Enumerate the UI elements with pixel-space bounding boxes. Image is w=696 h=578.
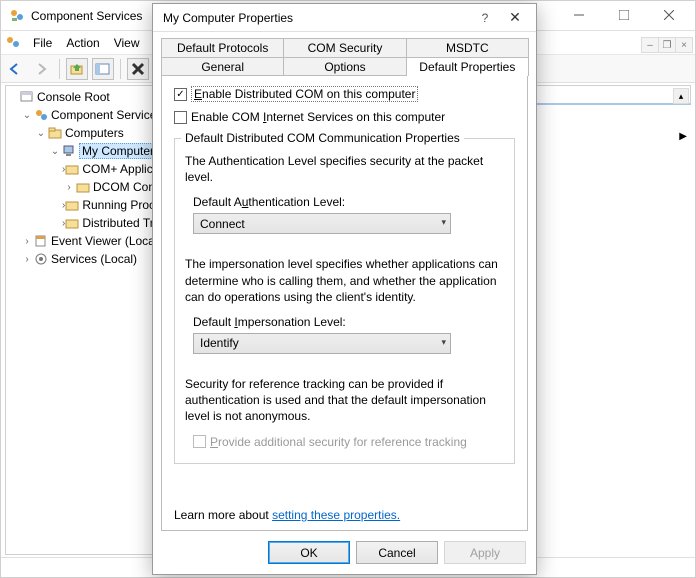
group-legend: Default Distributed COM Communication Pr… <box>181 131 464 145</box>
checkmark-icon: ✓ <box>174 88 187 101</box>
dialog-title: My Computer Properties <box>163 11 470 25</box>
auth-level-combo[interactable]: Connect ▾ <box>193 213 451 234</box>
chevron-down-icon: ▾ <box>441 217 446 228</box>
enable-dcom-label: Enable Distributed COM on this computer <box>191 86 418 102</box>
ok-button[interactable]: OK <box>268 541 350 564</box>
show-hide-tree-button[interactable] <box>92 58 114 80</box>
learn-more-link[interactable]: setting these properties. <box>272 508 400 522</box>
tab-general[interactable]: General <box>161 57 284 76</box>
dialog-buttons: OK Cancel Apply <box>153 531 536 574</box>
menu-file[interactable]: File <box>27 34 58 52</box>
close-button[interactable] <box>646 1 691 29</box>
scroll-up-icon[interactable]: ▴ <box>673 88 689 104</box>
overflow-arrow-icon[interactable]: ▶ <box>679 131 687 142</box>
mdi-restore[interactable]: ❐ <box>658 37 676 53</box>
delete-button[interactable] <box>127 58 149 80</box>
minimize-button[interactable] <box>556 1 601 29</box>
menu-view[interactable]: View <box>108 34 146 52</box>
dialog-help-button[interactable]: ? <box>470 11 500 25</box>
imp-label: Default Impersonation Level: <box>193 315 504 329</box>
ref-tracking-label: Provide additional security for referenc… <box>210 435 467 449</box>
chevron-down-icon: ▾ <box>441 337 446 348</box>
checkbox-enable-dcom[interactable]: ✓ Enable Distributed COM on this compute… <box>174 86 515 102</box>
checkbox-ref-tracking: Provide additional security for referenc… <box>193 435 504 449</box>
cancel-button[interactable]: Cancel <box>356 541 438 564</box>
up-button[interactable] <box>66 58 88 80</box>
tab-body: ✓ Enable Distributed COM on this compute… <box>161 75 528 531</box>
tab-msdtc[interactable]: MSDTC <box>406 38 529 57</box>
auth-label: Default Authentication Level: <box>193 195 504 209</box>
enable-cis-label: Enable COM Internet Services on this com… <box>191 110 445 124</box>
maximize-button[interactable] <box>601 1 646 29</box>
tab-default-properties[interactable]: Default Properties <box>406 57 529 76</box>
app-icon <box>9 8 25 24</box>
checkbox-enable-cis[interactable]: Enable COM Internet Services on this com… <box>174 110 515 124</box>
auth-level-value: Connect <box>200 217 245 231</box>
group-dcom-props: Default Distributed COM Communication Pr… <box>174 138 515 464</box>
forward-button[interactable] <box>31 58 53 80</box>
menu-action[interactable]: Action <box>60 34 105 52</box>
imp-level-combo[interactable]: Identify ▾ <box>193 333 451 354</box>
learn-more: Learn more about setting these propertie… <box>174 508 400 522</box>
dialog-close-button[interactable]: ✕ <box>500 9 530 26</box>
auth-description: The Authentication Level specifies secur… <box>185 153 504 185</box>
mdi-close[interactable]: × <box>675 37 693 53</box>
imp-level-value: Identify <box>200 336 239 350</box>
tab-default-protocols[interactable]: Default Protocols <box>161 38 284 57</box>
mdi-buttons: – ❐ × <box>642 37 693 53</box>
imp-description: The impersonation level specifies whethe… <box>185 256 504 305</box>
sec-description: Security for reference tracking can be p… <box>185 376 504 425</box>
back-button[interactable] <box>5 58 27 80</box>
checkbox-disabled-icon <box>193 435 206 448</box>
tab-options[interactable]: Options <box>283 57 406 76</box>
properties-dialog: My Computer Properties ? ✕ Default Proto… <box>152 3 537 575</box>
mdi-minimize[interactable]: – <box>641 37 659 53</box>
tab-com-security[interactable]: COM Security <box>283 38 406 57</box>
apply-button[interactable]: Apply <box>444 541 526 564</box>
checkbox-empty-icon <box>174 111 187 124</box>
dialog-titlebar: My Computer Properties ? ✕ <box>153 4 536 32</box>
menu-app-icon <box>5 35 21 51</box>
